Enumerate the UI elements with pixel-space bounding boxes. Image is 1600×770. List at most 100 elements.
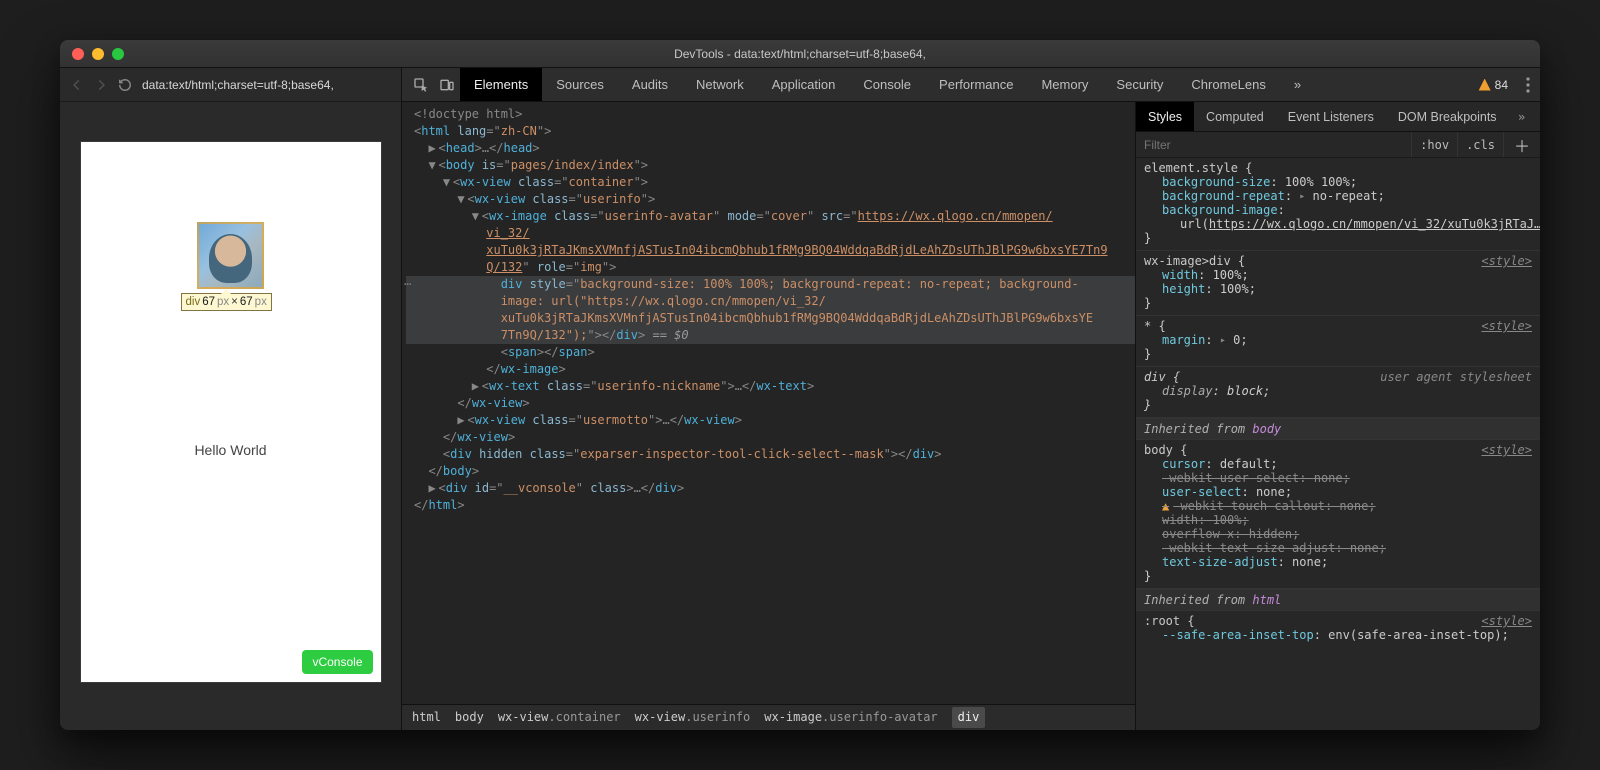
declaration[interactable]: -webkit-user-select: none; — [1144, 471, 1532, 485]
styles-filter-input[interactable] — [1136, 138, 1411, 152]
dom-tree[interactable]: <!doctype html> <html lang="zh-CN"> ▶<he… — [402, 102, 1135, 730]
rule-source[interactable]: <style> — [1481, 614, 1532, 628]
style-rule[interactable]: user agent stylesheet div { display: blo… — [1136, 367, 1540, 418]
close-window-button[interactable] — [72, 48, 84, 60]
style-rule[interactable]: <style> body { cursor: default; -webkit-… — [1136, 440, 1540, 589]
dom-line[interactable]: xuTu0k3jRTaJKmsXVMnfjASTusIn04ibcmQbhub1… — [406, 242, 1135, 259]
declaration[interactable]: url(https://wx.qlogo.cn/mmopen/vi_32/xuT… — [1144, 217, 1532, 231]
devtools-pane: Elements Sources Audits Network Applicat… — [402, 68, 1540, 730]
declaration[interactable]: width: 100%; — [1144, 513, 1532, 527]
dom-line[interactable]: <span></span> — [406, 344, 1135, 361]
inspect-icon[interactable] — [408, 68, 434, 101]
forward-icon[interactable] — [94, 78, 108, 92]
tab-console[interactable]: Console — [849, 68, 925, 101]
tab-sources[interactable]: Sources — [542, 68, 618, 101]
dom-line[interactable]: ▼<wx-image class="userinfo-avatar" mode=… — [406, 208, 1135, 225]
dom-line[interactable]: ▼<wx-view class="userinfo"> — [406, 191, 1135, 208]
dom-line[interactable]: ▶<div id="__vconsole" class>…</div> — [406, 480, 1135, 497]
dom-line-selected[interactable]: xuTu0k3jRTaJKmsXVMnfjASTusIn04ibcmQbhub1… — [406, 310, 1135, 327]
hov-toggle[interactable]: :hov — [1411, 132, 1457, 157]
device-toolbar-icon[interactable] — [434, 68, 460, 101]
tab-styles[interactable]: Styles — [1136, 102, 1194, 131]
avatar[interactable] — [197, 222, 264, 289]
dom-line-selected[interactable]: ⋯ div style="background-size: 100% 100%;… — [406, 276, 1135, 293]
crumb-div[interactable]: div — [952, 707, 986, 728]
crumb-userinfo[interactable]: wx-view.userinfo — [635, 709, 751, 726]
styles-tabs: Styles Computed Event Listeners DOM Brea… — [1136, 102, 1540, 132]
rule-source[interactable]: <style> — [1481, 443, 1532, 457]
crumb-body[interactable]: body — [455, 709, 484, 726]
declaration[interactable]: margin: ▸ 0; — [1144, 333, 1532, 347]
crumb-container[interactable]: wx-view.container — [498, 709, 621, 726]
tab-elements[interactable]: Elements — [460, 68, 542, 101]
dom-line[interactable]: <!doctype html> — [406, 106, 1135, 123]
tab-security[interactable]: Security — [1102, 68, 1177, 101]
dom-line[interactable]: </html> — [406, 497, 1135, 514]
main-tabs: Elements Sources Audits Network Applicat… — [402, 68, 1540, 102]
dom-line[interactable]: ▼<wx-view class="container"> — [406, 174, 1135, 191]
rule-source[interactable]: <style> — [1481, 254, 1532, 268]
dom-line[interactable]: ▼<body is="pages/index/index"> — [406, 157, 1135, 174]
dom-line[interactable]: </wx-view> — [406, 429, 1135, 446]
dom-line[interactable]: </wx-image> — [406, 361, 1135, 378]
cls-toggle[interactable]: .cls — [1457, 132, 1503, 157]
tab-computed[interactable]: Computed — [1194, 102, 1276, 131]
styles-tabs-overflow[interactable]: » — [1509, 102, 1535, 131]
tab-network[interactable]: Network — [682, 68, 758, 101]
reload-icon[interactable] — [118, 78, 132, 92]
styles-rules[interactable]: element.style { background-size: 100% 10… — [1136, 158, 1540, 730]
declaration[interactable]: background-size: 100% 100%; — [1144, 175, 1532, 189]
vconsole-button[interactable]: vConsole — [302, 650, 372, 674]
dom-line[interactable]: vi_32/ — [406, 225, 1135, 242]
style-rule[interactable]: element.style { background-size: 100% 10… — [1136, 158, 1540, 251]
crumb-html[interactable]: html — [412, 709, 441, 726]
dom-line[interactable]: <html lang="zh-CN"> — [406, 123, 1135, 140]
minimize-window-button[interactable] — [92, 48, 104, 60]
dom-line[interactable]: ▶<head>…</head> — [406, 140, 1135, 157]
tab-dom-breakpoints[interactable]: DOM Breakpoints — [1386, 102, 1509, 131]
declaration[interactable]: overflow-x: hidden; — [1144, 527, 1532, 541]
style-rule[interactable]: <style> wx-image>div { width: 100%; heig… — [1136, 251, 1540, 316]
device-viewport[interactable]: div 67px × 67px Hello World vConsole — [81, 142, 381, 682]
declaration[interactable]: --safe-area-inset-top: env(safe-area-ins… — [1144, 628, 1532, 642]
warning-count[interactable]: 84 — [1479, 68, 1516, 101]
tab-memory[interactable]: Memory — [1027, 68, 1102, 101]
tab-application[interactable]: Application — [758, 68, 850, 101]
tab-performance[interactable]: Performance — [925, 68, 1027, 101]
window: DevTools - data:text/html;charset=utf-8;… — [60, 40, 1540, 730]
dom-line[interactable]: ▶<wx-view class="usermotto">…</wx-view> — [406, 412, 1135, 429]
crumb-avatar[interactable]: wx-image.userinfo-avatar — [764, 709, 937, 726]
menu-icon[interactable] — [1516, 68, 1540, 101]
dom-line[interactable]: </body> — [406, 463, 1135, 480]
dom-line[interactable]: </wx-view> — [406, 395, 1135, 412]
viewport-wrap: div 67px × 67px Hello World vConsole — [60, 102, 401, 730]
breadcrumb: html body wx-view.container wx-view.user… — [402, 704, 1135, 730]
new-style-rule-button[interactable]: ＋ — [1503, 132, 1540, 157]
dom-line-selected[interactable]: image: url("https://wx.qlogo.cn/mmopen/v… — [406, 293, 1135, 310]
rule-source[interactable]: <style> — [1481, 319, 1532, 333]
dom-line[interactable]: <div hidden class="exparser-inspector-to… — [406, 446, 1135, 463]
tab-audits[interactable]: Audits — [618, 68, 682, 101]
declaration[interactable]: user-select: none; — [1144, 485, 1532, 499]
tabs-overflow[interactable]: » — [1280, 68, 1315, 101]
style-rule[interactable]: <style> * { margin: ▸ 0; } — [1136, 316, 1540, 367]
declaration[interactable]: cursor: default; — [1144, 457, 1532, 471]
declaration[interactable]: display: block; — [1144, 384, 1532, 398]
declaration[interactable]: ▲-webkit-touch-callout: none; — [1144, 499, 1532, 513]
tab-chromelens[interactable]: ChromeLens — [1177, 68, 1279, 101]
address-bar: data:text/html;charset=utf-8;base64, — [60, 68, 401, 102]
address-text[interactable]: data:text/html;charset=utf-8;base64, — [142, 78, 334, 92]
back-icon[interactable] — [70, 78, 84, 92]
declaration[interactable]: background-repeat: ▸ no-repeat; — [1144, 189, 1532, 203]
declaration[interactable]: text-size-adjust: none; — [1144, 555, 1532, 569]
maximize-window-button[interactable] — [112, 48, 124, 60]
declaration[interactable]: height: 100%; — [1144, 282, 1532, 296]
dom-line-selected[interactable]: 7Tn9Q/132");"></div> == $0 — [406, 327, 1135, 344]
declaration[interactable]: -webkit-text-size-adjust: none; — [1144, 541, 1532, 555]
declaration[interactable]: background-image: — [1144, 203, 1532, 217]
dom-line[interactable]: ▶<wx-text class="userinfo-nickname">…</w… — [406, 378, 1135, 395]
tab-event-listeners[interactable]: Event Listeners — [1276, 102, 1386, 131]
dom-line[interactable]: Q/132" role="img"> — [406, 259, 1135, 276]
declaration[interactable]: width: 100%; — [1144, 268, 1532, 282]
style-rule[interactable]: <style> :root { --safe-area-inset-top: e… — [1136, 611, 1540, 647]
